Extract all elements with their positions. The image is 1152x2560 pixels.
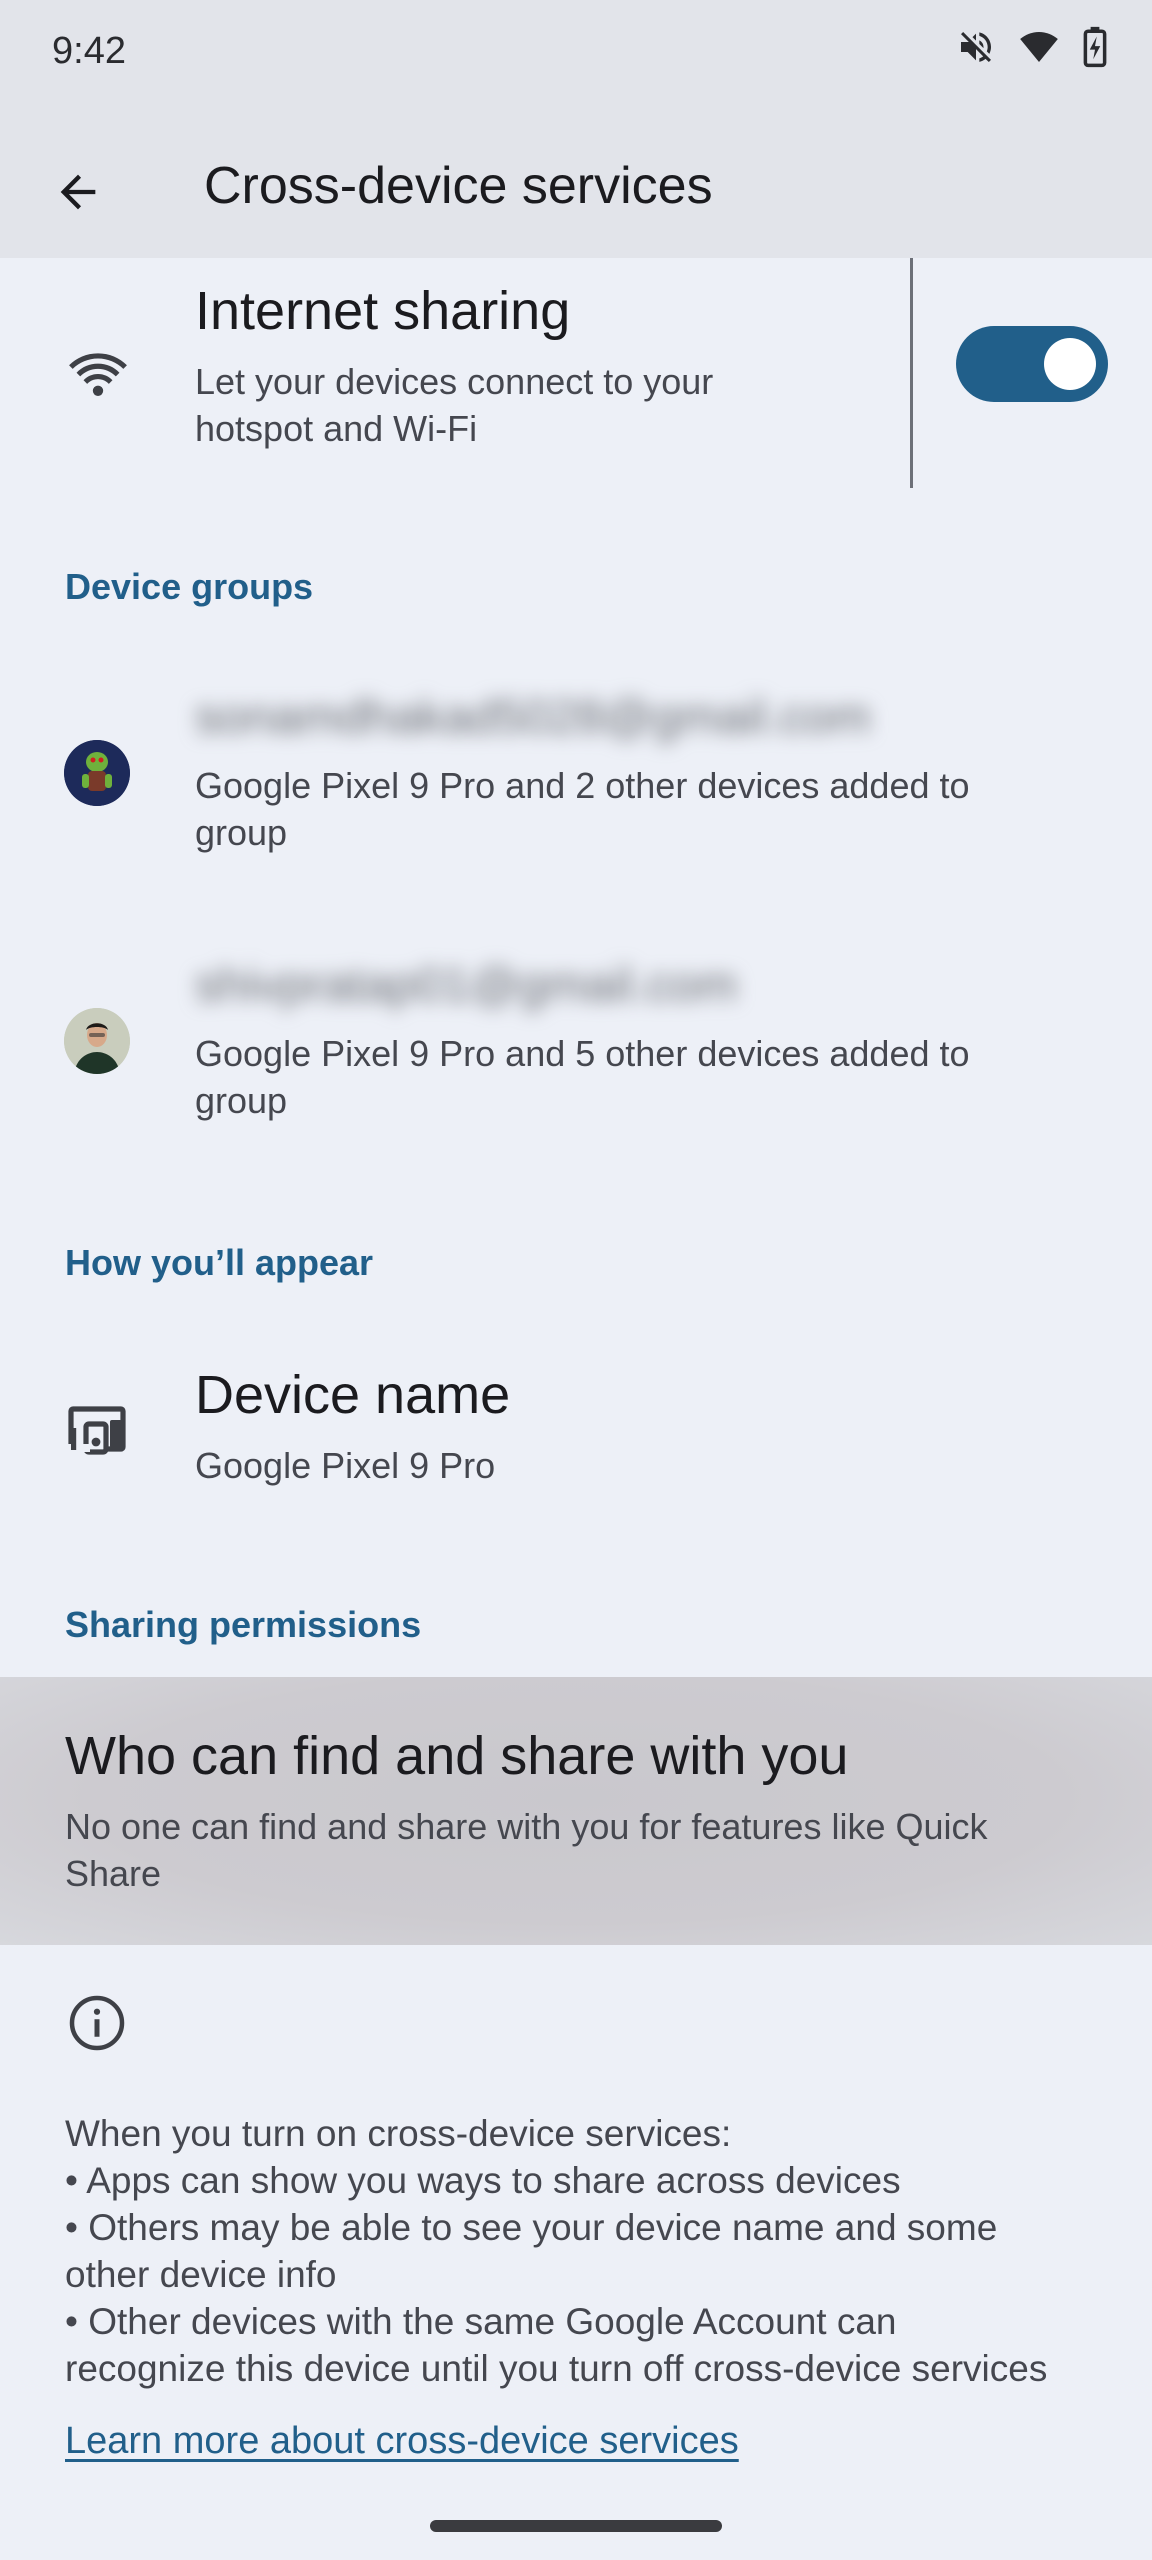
back-button[interactable] — [44, 160, 112, 228]
subtitle-line: No one can find and share with you for f… — [65, 1806, 988, 1847]
device-name-row[interactable]: Device name Google Pixel 9 Pro — [0, 1340, 1152, 1540]
description-line: Google Pixel 9 Pro and 2 other devices a… — [195, 765, 970, 806]
wifi-icon — [62, 338, 134, 410]
account-group-description: Google Pixel 9 Pro and 5 other devices a… — [195, 1030, 970, 1124]
toggle-knob — [1044, 338, 1096, 390]
description-line: group — [195, 812, 288, 853]
avatar — [64, 740, 130, 806]
wifi-icon — [1018, 27, 1060, 72]
learn-more-link[interactable]: Learn more about cross-device services — [65, 2420, 739, 2463]
info-description: When you turn on cross-device services: … — [65, 2110, 1115, 2392]
subtitle-line: hotspot and Wi-Fi — [195, 408, 478, 449]
devices-icon — [62, 1392, 134, 1464]
account-group-row[interactable]: sonamdhakad5028@gmail.com Google Pixel 9… — [0, 662, 1152, 902]
info-line: • Others may be able to see your device … — [65, 2207, 998, 2248]
subtitle-line: Let your devices connect to your — [195, 361, 714, 402]
status-icons — [956, 26, 1108, 73]
who-can-find-title: Who can find and share with you — [65, 1726, 849, 1786]
page-title: Cross-device services — [204, 157, 713, 215]
description-line: Google Pixel 9 Pro and 5 other devices a… — [195, 1033, 970, 1074]
info-line: When you turn on cross-device services: — [65, 2113, 732, 2154]
internet-sharing-title: Internet sharing — [195, 281, 571, 341]
internet-sharing-subtitle: Let your devices connect to your hotspot… — [195, 358, 713, 452]
status-time: 9:42 — [52, 30, 126, 72]
who-can-find-row[interactable]: Who can find and share with you No one c… — [0, 1677, 1152, 1945]
vertical-divider — [910, 258, 913, 488]
info-line: • Other devices with the same Google Acc… — [65, 2301, 897, 2342]
battery-charging-icon — [1082, 26, 1108, 73]
who-can-find-subtitle: No one can find and share with you for f… — [65, 1803, 988, 1897]
account-email: shivpratap01@gmail.com — [195, 959, 738, 1012]
sharing-permissions-header: Sharing permissions — [65, 1604, 422, 1645]
gesture-home-bar[interactable] — [430, 2520, 722, 2532]
internet-sharing-row[interactable]: Internet sharing Let your devices connec… — [0, 258, 1152, 488]
account-email: sonamdhakad5028@gmail.com — [195, 691, 871, 744]
app-bar: Cross-device services — [0, 130, 1152, 258]
description-line: group — [195, 1080, 288, 1121]
account-group-row[interactable]: shivpratap01@gmail.com Google Pixel 9 Pr… — [0, 930, 1152, 1170]
device-name-title: Device name — [195, 1365, 511, 1425]
info-line: • Apps can show you ways to share across… — [65, 2160, 901, 2201]
info-line: recognize this device until you turn off… — [65, 2348, 1048, 2389]
device-name-value: Google Pixel 9 Pro — [195, 1445, 496, 1486]
info-line: other device info — [65, 2254, 337, 2295]
mute-icon — [956, 27, 996, 72]
how-youll-appear-header: How you’ll appear — [65, 1242, 374, 1283]
info-icon — [62, 1988, 132, 2058]
internet-sharing-toggle[interactable] — [956, 326, 1108, 402]
arrow-back-icon — [52, 166, 104, 223]
account-group-description: Google Pixel 9 Pro and 2 other devices a… — [195, 762, 970, 856]
avatar — [64, 1008, 130, 1074]
device-groups-header: Device groups — [65, 566, 314, 607]
subtitle-line: Share — [65, 1853, 162, 1894]
status-bar: 9:42 — [0, 0, 1152, 130]
